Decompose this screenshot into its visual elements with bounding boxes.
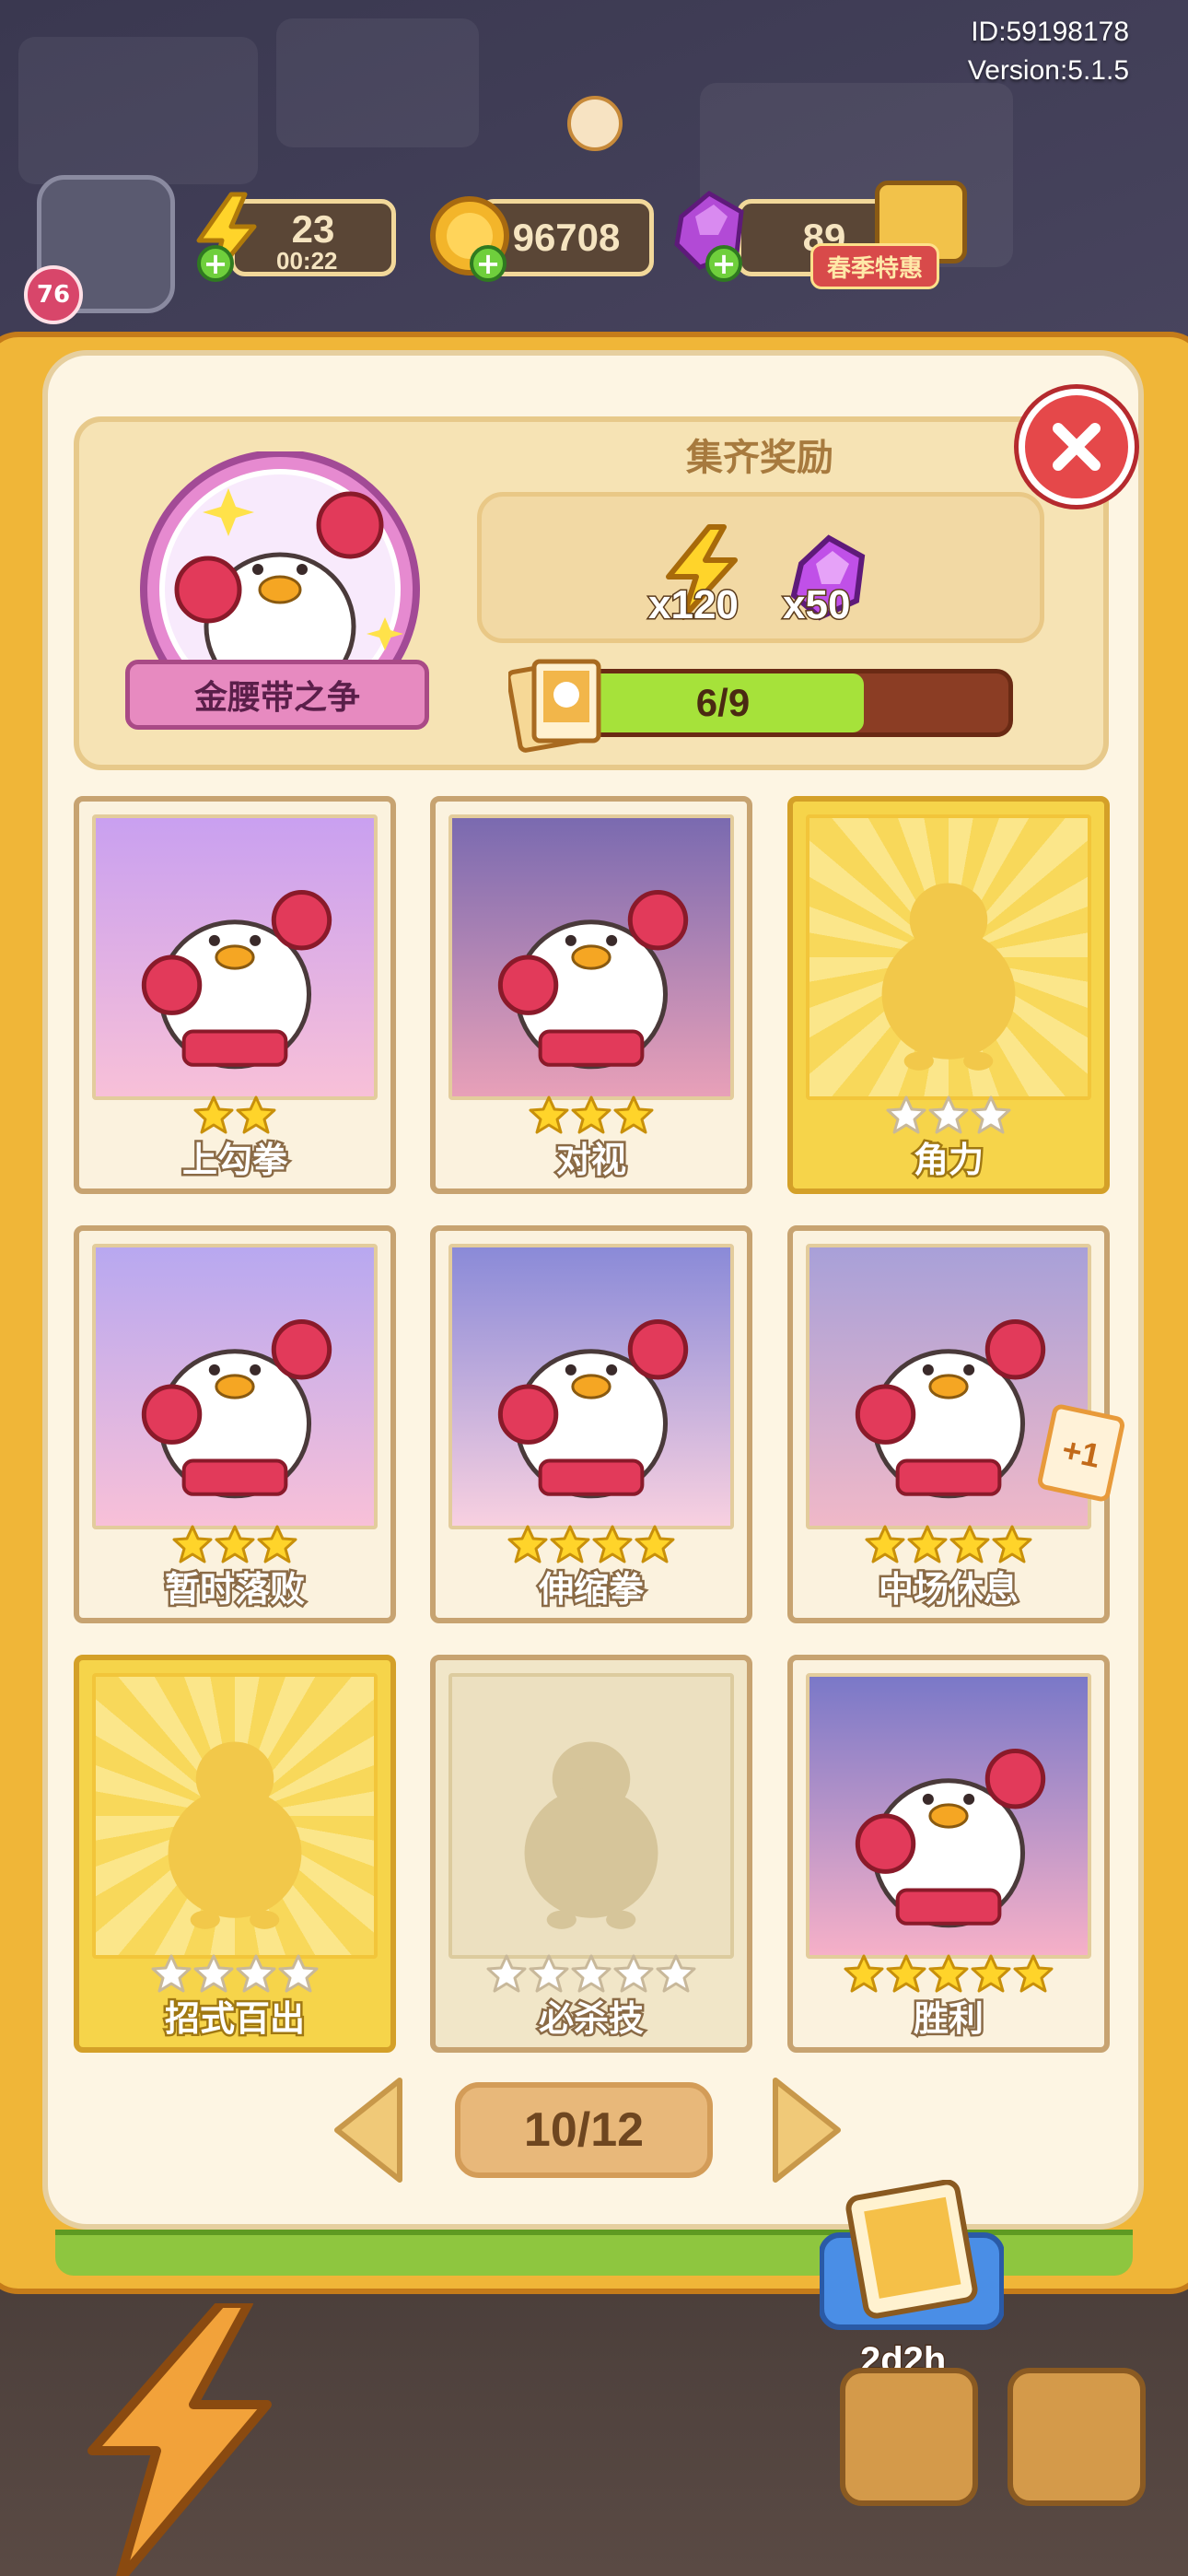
previous-page-button[interactable] [328,2073,411,2187]
reward-gem-qty: x50 [781,581,851,629]
album-name-banner: 金腰带之争 [125,660,429,730]
card-artwork [448,814,734,1100]
album-card[interactable]: 暂时落败 [74,1225,396,1623]
card-silhouette [92,1673,378,1959]
gift-icon[interactable] [567,96,623,151]
card-name: 必杀技 [536,1996,646,2042]
reward-lightning-qty: x120 [647,581,740,629]
close-button[interactable] [1019,389,1135,505]
card-pack-button[interactable] [820,2180,1004,2336]
album-card[interactable]: 上勾拳 [74,796,396,1194]
card-name: 角力 [911,1138,985,1183]
card-name: 中场休息 [876,1567,1020,1612]
card-silhouette [806,814,1091,1100]
album-card[interactable]: 胜利 [787,1655,1110,2053]
card-name: 招式百出 [162,1996,307,2042]
reward-box [477,492,1044,643]
card-collection-button[interactable] [840,2368,978,2506]
level-badge: 76 [24,265,83,324]
card-artwork [806,1673,1091,1959]
card-silhouette [448,1673,734,1959]
next-page-button[interactable] [764,2073,847,2187]
page-indicator: 10/12 [455,2082,713,2178]
card-artwork [448,1244,734,1529]
card-name: 上勾拳 [180,1138,289,1183]
album-card[interactable]: 招式百出 [74,1655,396,2053]
card-stack-icon [508,659,601,753]
collection-progress-bar: 6/9 [571,669,1013,737]
card-artwork [92,814,378,1100]
card-name: 伸缩拳 [536,1567,646,1612]
energy-timer: 00:22 [276,247,338,275]
add-energy-button[interactable]: + [197,245,234,282]
album-card[interactable]: 伸缩拳 [430,1225,752,1623]
reward-title: 集齐奖励 [686,437,833,479]
energy-bolt-decoration [87,2303,272,2576]
album-card[interactable]: 角力 [787,796,1110,1194]
album-card[interactable]: 对视 [430,796,752,1194]
promo-badge: 春季特惠 [810,243,939,289]
friends-button[interactable] [1007,2368,1146,2506]
coin-value: 96708 [512,216,621,259]
close-icon [1053,423,1101,471]
version-label: Version:5.1.5 [967,55,1129,86]
collection-progress-text: 6/9 [695,681,751,724]
album-card[interactable]: 必杀技 [430,1655,752,2053]
player-id: ID:59198178 [971,17,1129,47]
add-gems-button[interactable]: + [705,245,742,282]
debug-info: ID:59198178 Version:5.1.5 [968,13,1129,90]
add-coins-button[interactable]: + [470,245,507,282]
card-name: 对视 [553,1138,628,1183]
card-artwork [92,1244,378,1529]
card-name: 胜利 [911,1996,985,2042]
card-name: 暂时落败 [162,1567,307,1612]
energy-value: 23 [291,207,335,251]
